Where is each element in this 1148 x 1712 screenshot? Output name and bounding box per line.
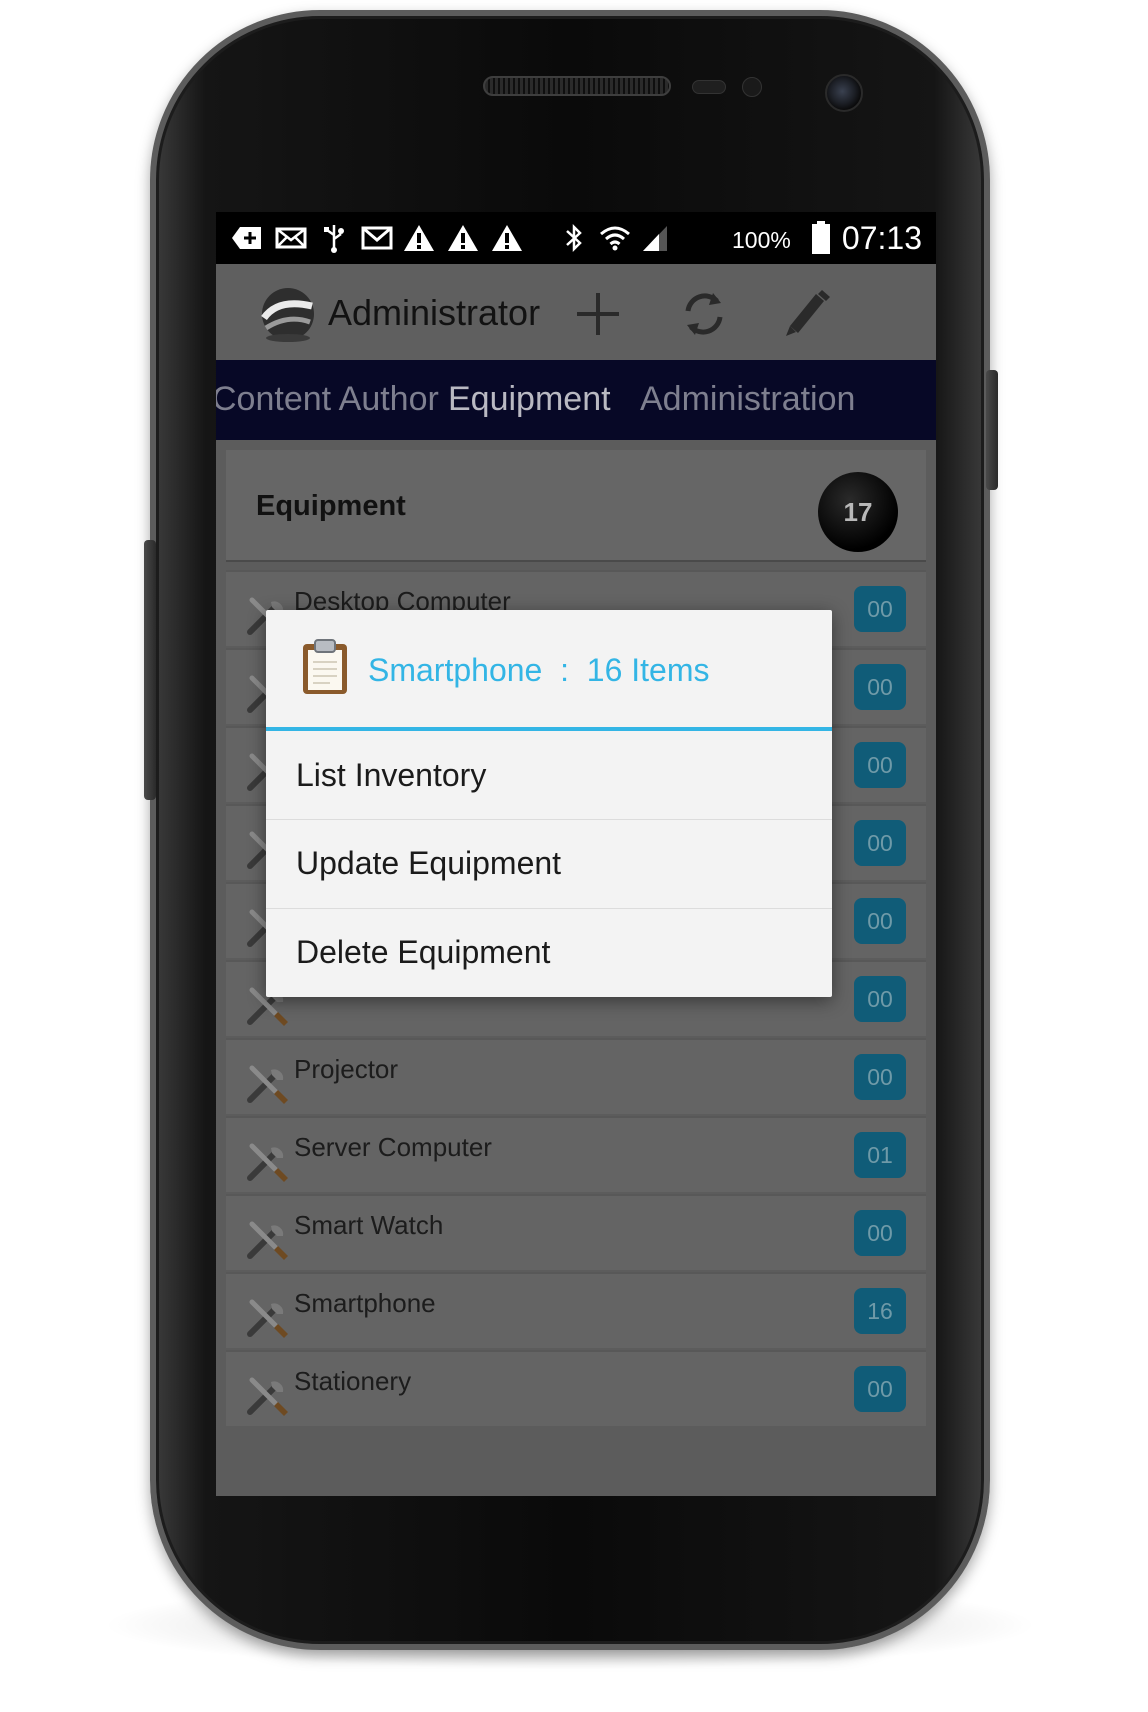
list-item[interactable]: Projector 00 (226, 1038, 926, 1114)
clipboard-icon (300, 638, 350, 696)
clock: 07:13 (841, 220, 922, 256)
warning-icon (490, 224, 524, 252)
mail-icon (274, 224, 308, 252)
tools-icon (244, 1216, 290, 1262)
tools-icon (244, 1372, 290, 1418)
add-icon[interactable] (568, 284, 628, 344)
list-item-label: Smartphone (294, 1288, 436, 1318)
list-item[interactable]: Server Computer 01 (226, 1116, 926, 1192)
front-camera (825, 74, 863, 112)
list-item-label: Stationery (294, 1366, 412, 1396)
list-item-label: Smart Watch (294, 1210, 444, 1240)
warning-icon (446, 224, 480, 252)
light-sensor (742, 77, 762, 97)
tools-icon (244, 1294, 290, 1340)
tab-administration[interactable]: Administration (640, 380, 855, 419)
tab-content-author[interactable]: Content Author (216, 380, 439, 419)
item-count-badge: 16 (854, 1288, 906, 1334)
tools-icon (244, 1060, 290, 1106)
gmail-icon (360, 224, 394, 252)
tab-bar: Content Author Equipment Administration (216, 360, 936, 440)
item-count-badge: 00 (854, 742, 906, 788)
power-button (986, 370, 998, 490)
status-bar: 100% 07:13 (216, 212, 936, 264)
list-inventory-option[interactable]: List Inventory (266, 731, 832, 819)
item-count-badge: 00 (854, 586, 906, 632)
proximity-sensor (692, 80, 726, 94)
tab-equipment[interactable]: Equipment (448, 380, 611, 419)
usb-icon (320, 224, 348, 253)
list-item-label: Projector (294, 1054, 399, 1084)
total-count-badge: 17 (818, 472, 898, 552)
item-count-badge: 00 (854, 976, 906, 1022)
list-item[interactable]: Stationery 00 (226, 1350, 926, 1426)
dialog-header: Smartphone : 16 Items (266, 610, 832, 728)
earpiece-speaker (483, 76, 671, 96)
item-count-badge: 00 (854, 664, 906, 710)
app-logo-icon[interactable] (258, 284, 318, 344)
list-header: Equipment 17 (226, 450, 926, 560)
battery-percent: 100% (732, 227, 791, 253)
update-equipment-option[interactable]: Update Equipment (266, 819, 832, 907)
add-notification-icon (230, 224, 264, 252)
item-count-badge: 00 (854, 820, 906, 866)
tools-icon (244, 1138, 290, 1184)
volume-button (144, 540, 156, 800)
item-count-badge: 00 (854, 898, 906, 944)
list-item[interactable]: Smart Watch 00 (226, 1194, 926, 1270)
item-count-badge: 00 (854, 1210, 906, 1256)
signal-icon (640, 224, 670, 252)
edit-icon[interactable] (776, 284, 836, 344)
context-dialog: Smartphone : 16 Items List Inventory Upd… (266, 610, 832, 997)
list-header-title: Equipment (256, 490, 406, 522)
warning-icon (402, 224, 436, 252)
item-count-badge: 00 (854, 1366, 906, 1412)
app-title: Administrator (328, 292, 541, 333)
battery-icon (810, 220, 832, 256)
action-bar: Administrator (216, 264, 936, 360)
item-count-badge: 01 (854, 1132, 906, 1178)
dialog-title: Smartphone : 16 Items (368, 652, 710, 688)
wifi-icon (598, 224, 632, 252)
bluetooth-icon (562, 223, 586, 253)
delete-equipment-option[interactable]: Delete Equipment (266, 908, 832, 996)
list-item-label: Server Computer (294, 1132, 492, 1162)
item-count-badge: 00 (854, 1054, 906, 1100)
refresh-icon[interactable] (674, 284, 734, 344)
list-item[interactable]: Smartphone 16 (226, 1272, 926, 1348)
